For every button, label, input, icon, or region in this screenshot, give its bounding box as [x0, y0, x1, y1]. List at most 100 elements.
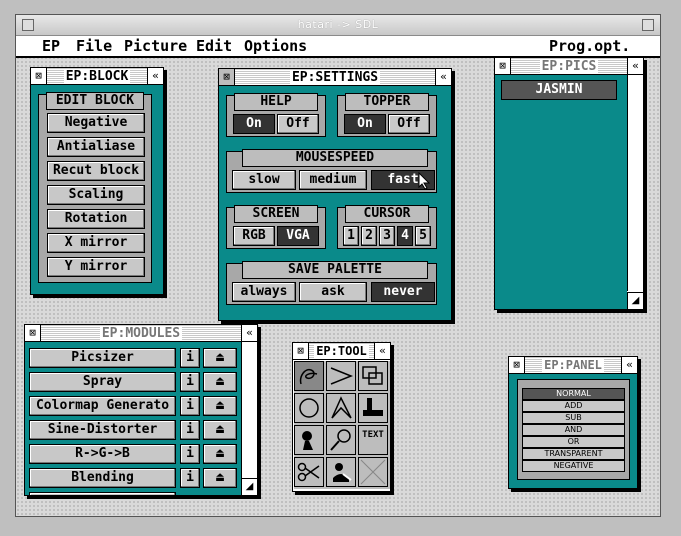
tool-full-icon[interactable]: «	[374, 343, 390, 359]
spray-tool-icon[interactable]	[294, 425, 324, 455]
panel-titlebar[interactable]: ⊠ EP:PANEL «	[509, 357, 637, 374]
tool-window: ⊠ EP:TOOL « TEXT	[292, 342, 391, 492]
module-colormap-info-button[interactable]: i	[180, 396, 200, 416]
empty-tool-slot	[358, 457, 388, 487]
emulator-window: hatari -> SDL EP File Picture Edit Optio…	[15, 14, 661, 517]
topper-on-button[interactable]: On	[344, 114, 386, 134]
module-blending-eject-icon[interactable]: ⏏	[203, 468, 237, 488]
modules-resize-icon[interactable]: ◢	[241, 478, 257, 495]
tool-titlebar[interactable]: ⊠ EP:TOOL «	[293, 343, 390, 360]
settings-titlebar[interactable]: ⊠ EP:SETTINGS «	[219, 69, 451, 86]
window-maximize-icon[interactable]	[642, 19, 654, 31]
modules-full-icon[interactable]: «	[241, 325, 257, 341]
line-tool-icon[interactable]	[326, 361, 356, 391]
module-picsizer-button[interactable]: Picsizer	[29, 348, 176, 368]
mode-normal-button[interactable]: NORMAL	[522, 388, 625, 400]
cursor-3-button[interactable]: 3	[379, 226, 395, 246]
modules-scrollbar[interactable]	[241, 342, 257, 478]
negative-button[interactable]: Negative	[47, 113, 145, 133]
mousespeed-group: MOUSESPEED slow medium fast	[226, 149, 437, 193]
menu-options[interactable]: Options	[244, 37, 307, 55]
edit-block-group: EDIT BLOCK Negative Antialiase Recut blo…	[38, 92, 152, 283]
help-off-button[interactable]: Off	[277, 114, 319, 134]
screen-rgb-button[interactable]: RGB	[233, 226, 275, 246]
module-rgb-button[interactable]: R->G->B	[29, 444, 176, 464]
topper-off-button[interactable]: Off	[388, 114, 430, 134]
panel-full-icon[interactable]: «	[621, 357, 637, 373]
module-spray-info-button[interactable]: i	[180, 372, 200, 392]
screen-vga-button[interactable]: VGA	[277, 226, 319, 246]
module-blending-button[interactable]: Blending	[29, 468, 176, 488]
module-sine-eject-icon[interactable]: ⏏	[203, 420, 237, 440]
help-on-button[interactable]: On	[233, 114, 275, 134]
pics-full-icon[interactable]: «	[627, 58, 643, 74]
menu-bar: EP File Picture Edit Options Prog.opt.(☒…	[16, 36, 660, 73]
mode-sub-button[interactable]: SUB	[522, 412, 625, 424]
settings-full-icon[interactable]: «	[435, 69, 451, 85]
palette-ask-button[interactable]: ask	[299, 282, 367, 302]
menu-ep[interactable]: EP	[42, 37, 60, 55]
mode-transparent-button[interactable]: TRANSPARENT	[522, 448, 625, 460]
module-partial-button[interactable]	[29, 492, 176, 495]
module-spray-eject-icon[interactable]: ⏏	[203, 372, 237, 392]
palette-always-button[interactable]: always	[232, 282, 296, 302]
mode-negative-button[interactable]: NEGATIVE	[522, 460, 625, 472]
block-titlebar[interactable]: ⊠ EP:BLOCK «	[31, 68, 163, 85]
module-sine-button[interactable]: Sine-Distorter	[29, 420, 176, 440]
menu-file[interactable]: File	[76, 37, 112, 55]
cursor-1-button[interactable]: 1	[343, 226, 359, 246]
module-blending-info-button[interactable]: i	[180, 468, 200, 488]
antialiase-button[interactable]: Antialiase	[47, 137, 145, 157]
palette-never-button[interactable]: never	[371, 282, 435, 302]
screen-group: SCREEN RGB VGA	[226, 205, 326, 249]
mode-add-button[interactable]: ADD	[522, 400, 625, 412]
x-mirror-button[interactable]: X mirror	[47, 233, 145, 253]
menu-edit[interactable]: Edit	[196, 37, 232, 55]
freehand-tool-icon[interactable]	[294, 361, 324, 391]
cursor-2-button[interactable]: 2	[361, 226, 377, 246]
topper-label: TOPPER	[345, 93, 429, 111]
stamp-tool-icon[interactable]	[326, 457, 356, 487]
panel-mode-group: NORMAL ADD SUB AND OR TRANSPARENT NEGATI…	[517, 379, 630, 480]
panel-window: ⊠ EP:PANEL « NORMAL ADD SUB AND OR TRANS…	[508, 356, 638, 489]
mousespeed-label: MOUSESPEED	[242, 149, 428, 167]
recut-block-button[interactable]: Recut block	[47, 161, 145, 181]
module-picsizer-eject-icon[interactable]: ⏏	[203, 348, 237, 368]
mode-and-button[interactable]: AND	[522, 424, 625, 436]
pics-titlebar[interactable]: ⊠ EP:PICS «	[495, 58, 643, 75]
block-full-icon[interactable]: «	[147, 68, 163, 84]
modules-titlebar[interactable]: ⊠ EP:MODULES «	[25, 325, 257, 342]
module-rgb-eject-icon[interactable]: ⏏	[203, 444, 237, 464]
y-mirror-button[interactable]: Y mirror	[47, 257, 145, 277]
screen-label: SCREEN	[234, 205, 318, 223]
module-colormap-eject-icon[interactable]: ⏏	[203, 396, 237, 416]
pic-jasmin-item[interactable]: JASMIN	[501, 80, 617, 100]
polygon-tool-icon[interactable]	[326, 393, 356, 423]
rectangle-tool-icon[interactable]	[358, 361, 388, 391]
scaling-button[interactable]: Scaling	[47, 185, 145, 205]
speed-medium-button[interactable]: medium	[299, 170, 367, 190]
cursor-5-button[interactable]: 5	[415, 226, 431, 246]
module-rgb-info-button[interactable]: i	[180, 444, 200, 464]
menu-picture[interactable]: Picture	[124, 37, 187, 55]
module-spray-button[interactable]: Spray	[29, 372, 176, 392]
pics-scrollbar[interactable]	[627, 75, 643, 291]
panel-title: EP:PANEL	[542, 358, 604, 372]
cursor-group: CURSOR 1 2 3 4 5	[337, 205, 437, 249]
rotation-button[interactable]: Rotation	[47, 209, 145, 229]
scissors-tool-icon[interactable]	[294, 457, 324, 487]
module-colormap-button[interactable]: Colormap Generato	[29, 396, 176, 416]
magnifier-tool-icon[interactable]	[326, 425, 356, 455]
window-titlebar[interactable]: hatari -> SDL	[16, 15, 660, 36]
module-sine-info-button[interactable]: i	[180, 420, 200, 440]
mode-or-button[interactable]: OR	[522, 436, 625, 448]
module-picsizer-info-button[interactable]: i	[180, 348, 200, 368]
circle-tool-icon[interactable]	[294, 393, 324, 423]
speed-slow-button[interactable]: slow	[232, 170, 296, 190]
cursor-4-button[interactable]: 4	[397, 226, 413, 246]
text-tool-icon[interactable]: TEXT	[358, 425, 388, 455]
pics-title: EP:PICS	[539, 59, 599, 74]
fill-tool-icon[interactable]	[358, 393, 388, 423]
tool-title: EP:TOOL	[314, 344, 369, 358]
pics-resize-icon[interactable]: ◢	[627, 292, 643, 309]
